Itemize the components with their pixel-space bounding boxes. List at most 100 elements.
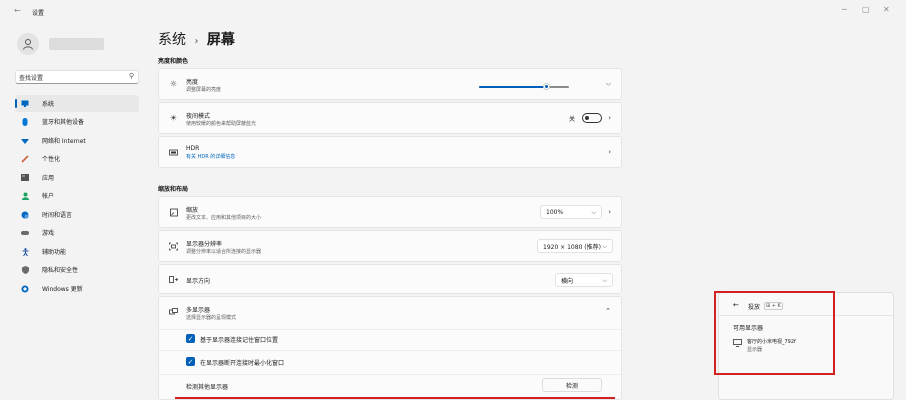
sidebar-item-label: 蓝牙和其他设备 [42, 119, 85, 126]
brightness-slider-thumb[interactable] [543, 83, 550, 90]
dropdown-value: 横向 [561, 277, 574, 285]
card-title: 亮度 [186, 79, 199, 86]
multi-display-card: 多显示器 选择显示器的呈现模式 ⌃ ✓ 基于显示器连接记住窗口位置 ✓ 在显示器… [158, 296, 622, 400]
minimize-windows-checkbox[interactable]: ✓ [186, 357, 195, 366]
toggle-state-label: 关 [569, 116, 576, 123]
sidebar-item-system[interactable]: 系统 [15, 95, 139, 112]
sidebar-item-apps[interactable]: 应用 [15, 169, 139, 186]
chevron-down-icon[interactable]: ⌵ [606, 80, 611, 89]
brightness-slider-fill [479, 86, 547, 88]
sidebar-item-label: 隐私和安全性 [42, 267, 79, 274]
card-subtitle: 使用较暖的颜色来帮助屏蔽蓝光 [186, 121, 257, 127]
chevron-right-icon[interactable]: › [608, 208, 611, 216]
brightness-card: ☼ 亮度 调整屏幕的亮度 ⌵ [158, 68, 622, 100]
device-type: 显示器 [747, 347, 763, 353]
selection-indicator [15, 99, 17, 108]
hdr-card[interactable]: HDR 有关 HDR 的详细信息 › [158, 136, 622, 168]
section-title-brightness-color: 亮度和颜色 [158, 58, 189, 65]
sun-icon: ☼ [169, 79, 178, 89]
title-bar: ← 设置 ─ ▢ ✕ [0, 0, 906, 22]
scale-card[interactable]: 缩放 更改文本、应用和其他项目的大小 100% ⌵ › [158, 196, 622, 228]
sun-moon-icon: ☀ [169, 113, 178, 123]
avatar[interactable] [17, 33, 39, 55]
resolution-icon [169, 242, 178, 251]
sidebar-item-personalization[interactable]: 个性化 [15, 150, 139, 167]
card-title: HDR [186, 145, 200, 152]
sidebar-item-bluetooth[interactable]: 蓝牙和其他设备 [15, 113, 139, 130]
divider [159, 329, 621, 330]
device-name: 客厅的小米电视_792f [747, 339, 796, 345]
breadcrumb-separator: › [194, 36, 199, 47]
maximize-button[interactable]: ▢ [862, 5, 870, 14]
multi-display-header[interactable]: 多显示器 选择显示器的呈现模式 ⌃ [159, 297, 621, 329]
remember-position-label: 基于显示器连接记住窗口位置 [200, 337, 279, 344]
orientation-card: 显示方向 横向 ⌵ [158, 264, 622, 294]
sidebar-item-gaming[interactable]: 游戏 [15, 224, 139, 241]
night-light-toggle[interactable] [582, 113, 602, 123]
cast-flyout: ← 投放 ⊞ + K 可用显示器 客厅的小米电视_792f 显示器 [718, 292, 894, 400]
bluetooth-icon [21, 117, 29, 126]
toggle-knob [585, 116, 589, 120]
back-arrow-icon[interactable]: ← [14, 6, 21, 15]
chevron-right-icon[interactable]: › [608, 114, 611, 122]
sidebar-item-time-language[interactable]: 时间和语言 [15, 206, 139, 223]
divider [719, 315, 893, 316]
minimize-button[interactable]: ─ [842, 5, 847, 14]
settings-search[interactable]: ⚲ [15, 70, 139, 84]
update-icon [21, 285, 29, 293]
sidebar-item-label: 帐户 [42, 193, 55, 200]
card-subtitle: 选择显示器的呈现模式 [186, 315, 237, 321]
brightness-slider[interactable] [479, 83, 569, 90]
sidebar-item-label: 辅助功能 [42, 249, 67, 256]
dropdown-value: 1920 × 1080 (推荐) [543, 243, 601, 251]
card-subtitle: 调整屏幕的亮度 [186, 87, 222, 93]
dropdown-value: 100% [546, 208, 564, 216]
orientation-dropdown[interactable]: 横向 ⌵ [555, 273, 613, 287]
night-light-card[interactable]: ☀ 夜间模式 使用较暖的颜色来帮助屏蔽蓝光 关 › [158, 102, 622, 134]
sidebar-item-network[interactable]: 网络和 Internet [15, 132, 139, 149]
card-subtitle: 调整分辨率以适合所连接的显示器 [186, 249, 262, 255]
display-icon [733, 339, 742, 349]
chevron-up-icon[interactable]: ⌃ [605, 307, 611, 315]
search-input[interactable] [19, 72, 119, 82]
multi-display-icon [169, 308, 178, 318]
accessibility-icon [21, 247, 29, 256]
globe-clock-icon [21, 211, 29, 219]
breadcrumb-parent[interactable]: 系统 [158, 32, 186, 48]
sidebar-item-label: 应用 [42, 175, 55, 182]
sidebar-item-accounts[interactable]: 帐户 [15, 187, 139, 204]
card-title: 显示器分辨率 [186, 241, 223, 248]
rotate-icon [169, 275, 178, 284]
back-arrow-icon[interactable]: ← [733, 301, 739, 309]
monitor-icon [21, 100, 29, 108]
card-subtitle: 更改文本、应用和其他项目的大小 [186, 215, 262, 221]
scale-dropdown[interactable]: 100% ⌵ [540, 205, 602, 219]
card-title: 多显示器 [186, 307, 211, 314]
chevron-down-icon: ⌵ [591, 209, 596, 216]
remember-position-checkbox[interactable]: ✓ [186, 334, 195, 343]
search-icon[interactable]: ⚲ [129, 72, 134, 80]
sidebar-item-label: 网络和 Internet [42, 138, 86, 145]
sidebar-item-privacy[interactable]: 隐私和安全性 [15, 261, 139, 278]
wifi-icon [21, 137, 29, 145]
scale-icon [169, 208, 178, 217]
sidebar-item-label: 个性化 [42, 156, 61, 163]
sidebar-item-label: 游戏 [42, 230, 55, 237]
user-name-redacted [49, 38, 104, 50]
apps-icon [21, 174, 29, 182]
detect-label: 检测其他显示器 [186, 384, 229, 391]
chevron-right-icon[interactable]: › [608, 148, 611, 156]
resolution-dropdown[interactable]: 1920 × 1080 (推荐) ⌵ [537, 239, 613, 253]
page-title: 屏幕 [206, 32, 235, 48]
cast-device-item[interactable]: 客厅的小米电视_792f 显示器 [729, 336, 829, 354]
detect-button[interactable]: 检测 [542, 378, 602, 392]
resolution-card: 显示器分辨率 调整分辨率以适合所连接的显示器 1920 × 1080 (推荐) … [158, 230, 622, 262]
hdr-more-info-link[interactable]: 有关 HDR 的详细信息 [186, 153, 235, 160]
highlight-underline [175, 397, 615, 399]
sidebar-item-label: 时间和语言 [42, 212, 73, 219]
close-button[interactable]: ✕ [883, 5, 890, 14]
sidebar-item-accessibility[interactable]: 辅助功能 [15, 243, 139, 260]
sidebar-item-windows-update[interactable]: Windows 更新 [15, 280, 139, 297]
section-title-scale-layout: 缩放和布局 [158, 186, 189, 193]
card-title: 显示方向 [186, 278, 211, 285]
